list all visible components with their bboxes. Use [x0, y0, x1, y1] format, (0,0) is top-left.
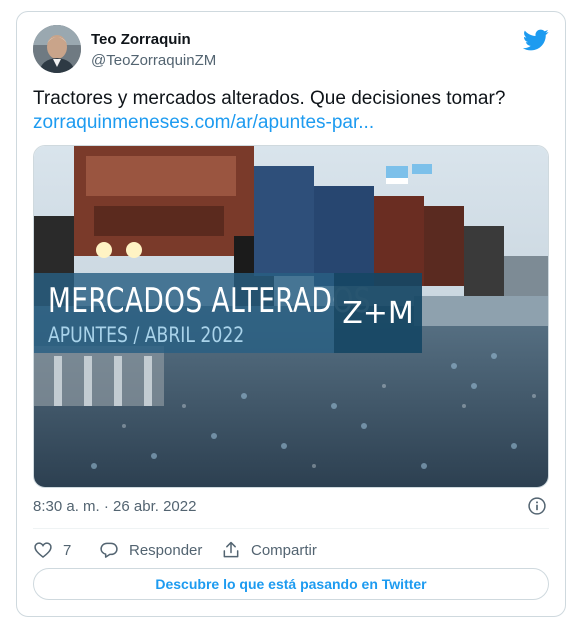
display-name[interactable]: Teo Zorraquin: [91, 31, 191, 48]
share-button[interactable]: Compartir: [221, 536, 317, 564]
share-icon: [223, 541, 239, 558]
heart-icon: [34, 542, 52, 559]
avatar[interactable]: [33, 25, 81, 73]
tweet-header: Teo Zorraquin @TeoZorraquinZM: [33, 25, 549, 75]
share-label: Compartir: [251, 541, 317, 559]
tweet-card: Teo Zorraquin @TeoZorraquinZM Tractores …: [16, 11, 566, 617]
tweet-link[interactable]: zorraquinmeneses.com/ar/apuntes-par...: [33, 111, 374, 135]
avatar-image: [33, 25, 81, 73]
reply-label: Responder: [129, 541, 203, 559]
twitter-bird-icon[interactable]: [523, 27, 549, 53]
tweet-media[interactable]: MERCADOS ALTERADOS APUNTES / ABRIL 2022 …: [33, 145, 549, 488]
reply-button[interactable]: Responder: [99, 536, 202, 564]
media-banner: MERCADOS ALTERADOS APUNTES / ABRIL 2022: [34, 273, 370, 353]
banner-subtitle: APUNTES / ABRIL 2022: [48, 323, 245, 347]
user-handle[interactable]: @TeoZorraquinZM: [91, 52, 216, 69]
brand-logo: Z+M: [334, 273, 422, 353]
like-count: 7: [63, 541, 72, 559]
reply-icon: [100, 542, 118, 558]
tweet-timestamp[interactable]: 8:30 a. m. · 26 abr. 2022: [33, 498, 196, 515]
like-button[interactable]: 7: [33, 536, 71, 564]
tweet-text: Tractores y mercados alterados. Que deci…: [33, 88, 506, 109]
tweet-actions: 7 Responder Compartir: [33, 536, 549, 564]
banner-title: MERCADOS ALTERADOS: [48, 281, 371, 321]
discover-twitter-button[interactable]: Descubre lo que está pasando en Twitter: [33, 568, 549, 600]
info-icon[interactable]: [527, 496, 547, 516]
divider: [33, 528, 549, 529]
